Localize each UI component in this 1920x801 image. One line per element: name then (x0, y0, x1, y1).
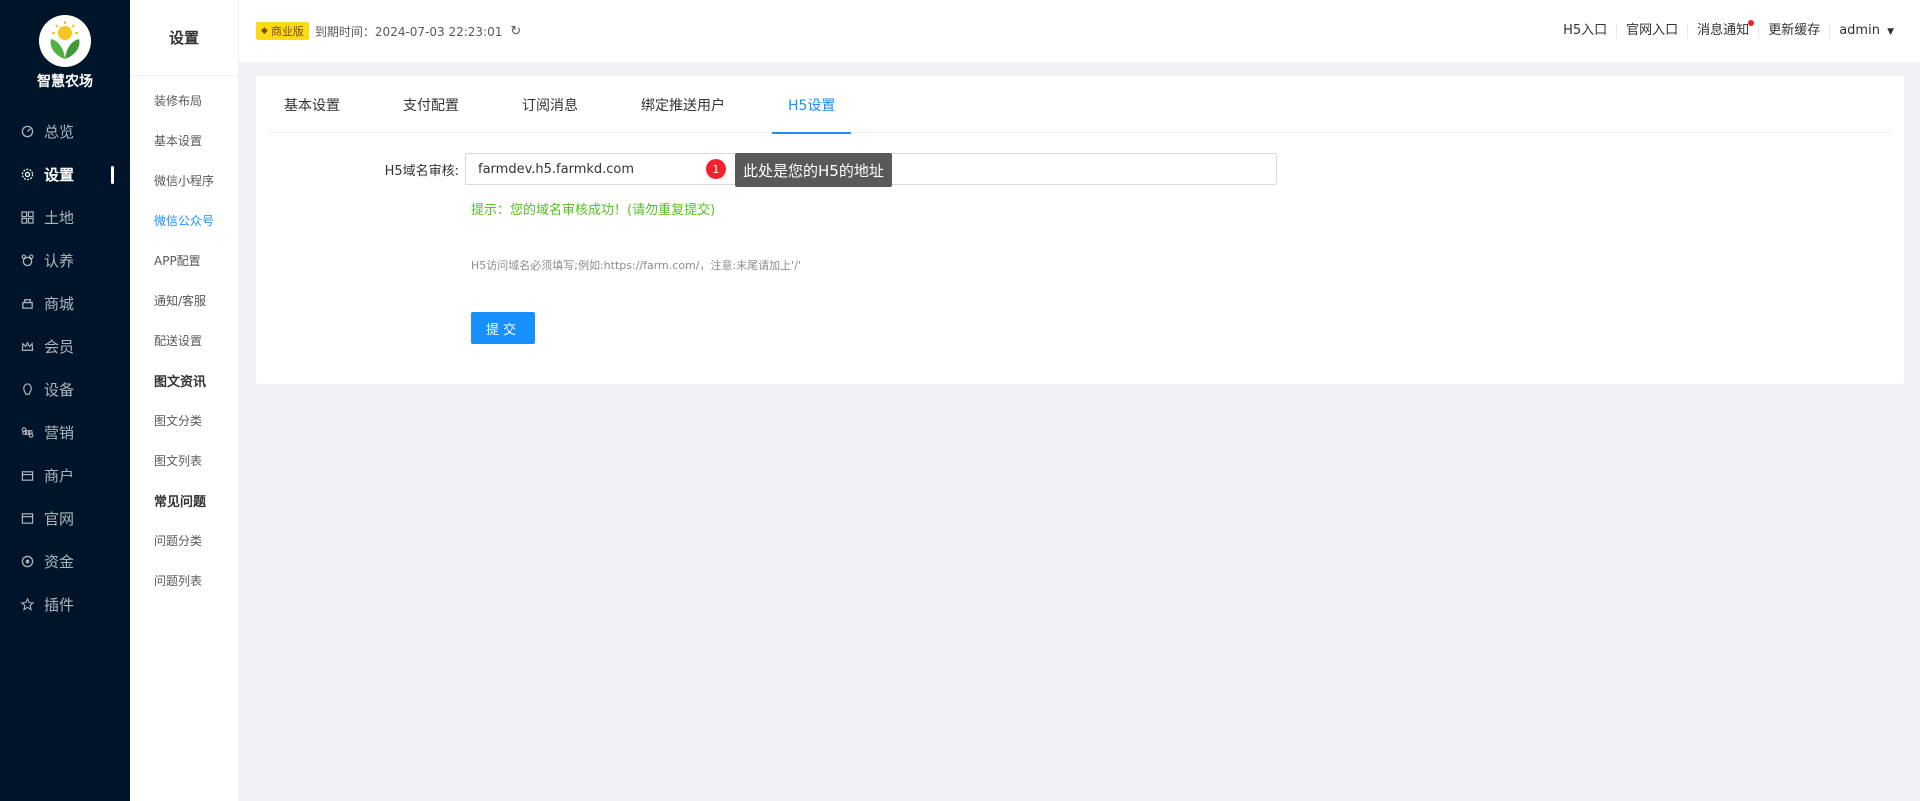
sub-nav-item[interactable]: 配送设置 (130, 320, 238, 360)
main-nav-label: 官网 (44, 510, 75, 528)
message-notify-link[interactable]: 消息通知 (1687, 20, 1758, 38)
sub-nav: 装修布局 基本设置 微信小程序 微信公众号 APP配置 通知/客服 配送设置图文资讯图文分类… (130, 76, 238, 600)
annotation-callout: 此处是您的H5的地址 (735, 153, 892, 187)
main-nav-label: 土地 (44, 209, 75, 227)
shop-icon (20, 297, 34, 311)
sub-nav-item[interactable]: 问题分类 (130, 520, 238, 560)
main-nav-item[interactable]: 官网 (0, 497, 130, 540)
sub-nav-item[interactable]: 图文列表 (130, 440, 238, 480)
main-nav-label: 会员 (44, 338, 75, 356)
main-nav-label: 营销 (44, 424, 75, 442)
crown-icon (20, 340, 34, 354)
sub-nav-item[interactable]: 基本设置 (130, 120, 238, 160)
brand-logo[interactable]: 智慧农场 (0, 0, 130, 100)
main-nav-item[interactable]: 设置 (0, 153, 130, 196)
domain-label: H5域名审核: (384, 163, 459, 179)
sub-nav-item[interactable]: 微信公众号 (130, 200, 238, 240)
gear-icon (20, 168, 34, 182)
main-nav-label: 商城 (44, 295, 75, 313)
top-header: ◆ 商业版 到期时间：2024-07-03 22:23:01 ↻ H5入口 官网… (239, 0, 1920, 62)
user-name: admin (1839, 22, 1880, 38)
website-entry-link[interactable]: 官网入口 (1616, 24, 1687, 38)
main-nav: 总览设置土地认养商城会员设备营销商户官网资金插件 (0, 110, 130, 626)
main-sidebar: 智慧农场 总览设置土地认养商城会员设备营销商户官网资金插件 (0, 0, 130, 801)
main-nav-item[interactable]: 营销 (0, 411, 130, 454)
settings-tab[interactable]: H5设置 (772, 76, 852, 134)
brand-name: 智慧农场 (37, 74, 93, 90)
settings-tab[interactable]: 订阅消息 (506, 76, 594, 133)
sub-nav-item[interactable]: 图文分类 (130, 400, 238, 440)
refresh-icon[interactable]: ↻ (510, 24, 521, 39)
expire-time: 到期时间：2024-07-03 22:23:01 (314, 24, 503, 39)
diamond-icon: ◆ (261, 26, 268, 36)
main-nav-item[interactable]: 土地 (0, 196, 130, 239)
coin-icon (20, 555, 34, 569)
clear-cache-link[interactable]: 更新缓存 (1758, 24, 1829, 38)
grid-icon (20, 211, 34, 225)
main-nav-item[interactable]: 插件 (0, 583, 130, 626)
success-tip: 提示：您的域名审核成功！(请勿重复提交) (471, 203, 716, 218)
main-nav-item[interactable]: 总览 (0, 110, 130, 153)
unread-dot (1748, 20, 1755, 26)
settings-panel: 基本设置支付配置订阅消息绑定推送用户 H5设置 H5域名审核: 提示：您的域名审核… (256, 76, 1904, 384)
caret-down-icon: ▼ (1887, 26, 1894, 37)
sub-nav-item[interactable]: 装修布局 (130, 80, 238, 120)
main-nav-item[interactable]: 资金 (0, 540, 130, 583)
main-nav-item[interactable]: 商城 (0, 282, 130, 325)
command-icon (20, 426, 34, 440)
submit-button[interactable]: 提交 (471, 312, 535, 344)
main-nav-label: 总览 (44, 123, 75, 141)
farm-logo-icon (39, 15, 91, 67)
message-notify-label: 消息通知 (1697, 23, 1750, 38)
sub-nav-item[interactable]: 问题列表 (130, 560, 238, 600)
edition-label: 商业版 (270, 25, 304, 38)
website-icon (20, 512, 34, 526)
edition-badge: ◆ 商业版 (256, 22, 309, 40)
main-nav-item[interactable]: 设备 (0, 368, 130, 411)
domain-note: H5访问域名必须填写;例如:https://farm.com/，注意:末尾请加上… (471, 259, 801, 272)
settings-tab[interactable]: 基本设置 (268, 76, 356, 133)
sub-nav-group-title: 常见问题 (154, 494, 207, 510)
main-nav-item[interactable]: 商户 (0, 454, 130, 497)
main-nav-label: 认养 (44, 252, 75, 270)
main-nav-label: 设置 (44, 166, 75, 184)
user-menu[interactable]: admin ▼ (1829, 22, 1903, 39)
annotation-number: 1 (706, 159, 726, 179)
main-nav-item[interactable]: 认养 (0, 239, 130, 282)
dashboard-icon (20, 125, 34, 139)
main-nav-label: 设备 (44, 381, 75, 399)
sub-nav-item[interactable]: 微信小程序 (130, 160, 238, 200)
settings-tabs: 基本设置 支付配置 订阅消息 绑定推送用户 H5设置 (268, 76, 1892, 134)
merchant-icon (20, 469, 34, 483)
star-icon (20, 598, 34, 612)
main-nav-label: 插件 (44, 596, 75, 614)
sub-sidebar: 设置 装修布局 基本设置 微信小程序 微信公众号 APP配置 通知/客服 配送设置图文资讯图… (130, 0, 239, 801)
device-icon (20, 383, 34, 397)
settings-tab[interactable]: 支付配置 (387, 76, 475, 133)
adopt-icon (20, 254, 34, 268)
main-nav-label: 资金 (44, 553, 75, 571)
main-nav-label: 商户 (44, 467, 75, 485)
sub-nav-item[interactable]: APP配置 (130, 240, 238, 280)
settings-tab[interactable]: 绑定推送用户 (625, 76, 741, 133)
sub-nav-group-title: 图文资讯 (154, 374, 207, 390)
h5-entry-link[interactable]: H5入口 (1554, 24, 1616, 38)
main-nav-item[interactable]: 会员 (0, 325, 130, 368)
sub-sidebar-title: 设置 (130, 0, 238, 76)
sub-nav-item[interactable]: 通知/客服 (130, 280, 238, 320)
